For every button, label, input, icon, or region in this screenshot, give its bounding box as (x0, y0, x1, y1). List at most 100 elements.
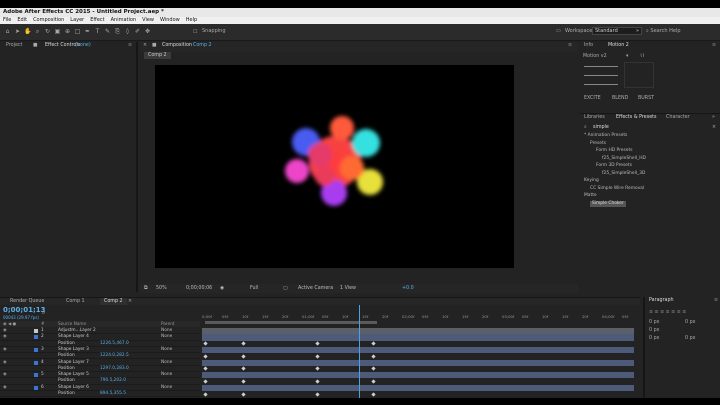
indent-right-field[interactable]: 0 px (685, 319, 695, 327)
active-camera-select[interactable]: Active Camera (298, 284, 333, 293)
keyframe[interactable] (241, 379, 246, 384)
shape-tool-icon[interactable]: □ (74, 28, 81, 36)
keyframe[interactable] (371, 379, 376, 384)
label-color-swatch[interactable] (34, 360, 38, 365)
property-row[interactable]: Position 894.5,355.5 (0, 391, 200, 398)
chevron-down-icon[interactable]: ▾ (626, 53, 628, 61)
excite-button[interactable]: EXCITE (584, 95, 601, 103)
keyframe[interactable] (371, 366, 376, 371)
space-after-field[interactable]: 0 px (685, 335, 695, 343)
label-color-swatch[interactable] (34, 335, 38, 340)
rotate-tool-icon[interactable]: ↻ (44, 28, 51, 36)
puppet-tool-icon[interactable]: ✥ (144, 28, 151, 36)
header-source-name[interactable]: Source Name (58, 321, 86, 327)
lock-icon[interactable]: ■ (152, 42, 157, 50)
effects-tree-item[interactable]: f25_SimpleShell_HD (602, 156, 646, 162)
slider-1[interactable] (584, 66, 618, 67)
clone-stamp-tool-icon[interactable]: ⎘ (114, 28, 121, 36)
snapping-checkbox[interactable]: ☐ (193, 29, 197, 35)
exposure-value[interactable]: +0.0 (402, 284, 414, 293)
composition-name[interactable]: Comp 2 (193, 42, 212, 50)
header-parent[interactable]: Parent (161, 321, 174, 327)
keyframe[interactable] (371, 354, 376, 359)
effects-tree-item[interactable]: CC Simple Wire Removal (590, 186, 644, 192)
indent-first-field[interactable]: 0 px (649, 327, 659, 335)
keyframe[interactable] (203, 341, 208, 346)
menu-help[interactable]: Help (186, 17, 197, 24)
composition-viewer[interactable] (155, 65, 514, 268)
panel-menu-icon[interactable]: » (712, 114, 715, 122)
menu-edit[interactable]: Edit (17, 17, 27, 24)
menu-animation[interactable]: Animation (111, 17, 137, 24)
keyframe[interactable] (371, 391, 376, 397)
panel-menu-icon[interactable]: ≡ (714, 297, 718, 305)
panel-menu-icon[interactable]: ≡ (568, 42, 572, 50)
time-ruler[interactable]: 0;00f 05f 10f 15f 20f 01;00f 05f 10f 15f 20f 02;00… (202, 306, 634, 320)
tab-motion[interactable]: Motion 2 (608, 42, 629, 50)
brush-tool-icon[interactable]: ✎ (104, 28, 111, 36)
pan-behind-tool-icon[interactable]: ⊕ (64, 28, 71, 36)
selection-tool-icon[interactable]: ➤ (14, 28, 21, 36)
menu-layer[interactable]: Layer (70, 17, 84, 24)
timeline-current-time[interactable]: 0;00;01;13 (3, 306, 46, 314)
keyframe[interactable] (241, 391, 246, 397)
anchor-grid[interactable] (624, 62, 654, 88)
motion-preset-select[interactable]: Motion v2 (583, 53, 607, 61)
tab-paragraph[interactable]: Paragraph (649, 297, 674, 305)
camera-tool-icon[interactable]: ▣ (54, 28, 61, 36)
slider-2[interactable] (584, 75, 618, 76)
roto-brush-tool-icon[interactable]: ✐ (134, 28, 141, 36)
keyframe[interactable] (241, 366, 246, 371)
menu-view[interactable]: View (142, 17, 154, 24)
label-color-swatch[interactable] (34, 373, 38, 378)
zoom-tool-icon[interactable]: ⌕ (34, 28, 41, 36)
search-help[interactable]: ⌕ Search Help (646, 27, 716, 35)
resolution-select[interactable]: Full (250, 284, 258, 293)
keyframe[interactable] (315, 341, 320, 346)
tab-effects-presets[interactable]: Effects & Presets (616, 114, 657, 122)
effects-tree-item[interactable]: Form 3D Presets (596, 163, 632, 169)
tab-libraries[interactable]: Libraries (584, 114, 605, 122)
keyframe[interactable] (203, 366, 208, 371)
label-color-swatch[interactable] (34, 329, 38, 333)
blend-button[interactable]: BLEND (612, 95, 628, 103)
menu-effect[interactable]: Effect (90, 17, 104, 24)
property-track[interactable] (202, 391, 634, 397)
zoom-select[interactable]: 50% (156, 284, 167, 293)
lock-icon[interactable]: ■ (33, 42, 38, 50)
panel-menu-icon[interactable]: ≡ (712, 42, 716, 50)
timecode-display[interactable]: 0;00;00;06 (186, 284, 212, 293)
menu-composition[interactable]: Composition (33, 17, 64, 24)
home-icon[interactable]: ⌂ (4, 28, 11, 36)
keyframe[interactable] (315, 379, 320, 384)
burst-button[interactable]: BURST (638, 95, 654, 103)
eraser-tool-icon[interactable]: ◊ (124, 28, 131, 36)
keyframe[interactable] (203, 379, 208, 384)
snapshot-icon[interactable]: ◉ (220, 284, 224, 293)
keyframe[interactable] (203, 391, 208, 397)
effects-search-input[interactable]: simple (593, 124, 609, 132)
keyframe[interactable] (241, 341, 246, 346)
always-preview-icon[interactable]: ⧉ (144, 284, 147, 293)
slider-3[interactable] (584, 84, 618, 85)
keyframe[interactable] (315, 391, 320, 397)
type-tool-icon[interactable]: T (94, 28, 101, 36)
current-time-indicator[interactable] (359, 305, 360, 398)
effects-tree-item[interactable]: Keying (584, 178, 599, 184)
work-area-bar[interactable] (205, 321, 377, 324)
indent-left-field[interactable]: 0 px (649, 319, 659, 327)
keyframe[interactable] (241, 354, 246, 359)
menu-file[interactable]: File (3, 17, 11, 24)
effects-tree-item[interactable]: Form HD Presets (596, 148, 633, 154)
tab-info[interactable]: Info (584, 42, 593, 50)
views-select[interactable]: 1 View (340, 284, 356, 293)
pen-tool-icon[interactable]: ✒ (84, 28, 91, 36)
label-color-swatch[interactable] (34, 385, 38, 390)
keyframe[interactable] (315, 366, 320, 371)
hand-tool-icon[interactable]: ✋ (24, 28, 31, 36)
effects-tree-item[interactable]: f25_SimpleShell_3D (602, 171, 645, 177)
keyframe[interactable] (371, 341, 376, 346)
tab-project[interactable]: Project (6, 42, 22, 50)
workspace-select[interactable]: Standard » (592, 27, 642, 35)
keyframe[interactable] (315, 354, 320, 359)
